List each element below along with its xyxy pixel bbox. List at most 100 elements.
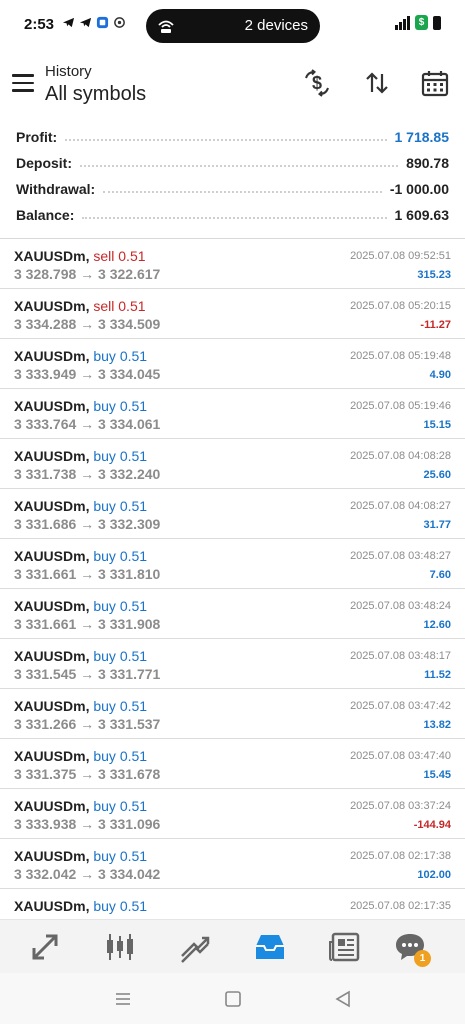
deal-profit: 15.15 xyxy=(423,419,451,431)
deal-time: 2025.07.08 05:19:48 xyxy=(350,350,451,362)
deal-profit: 31.77 xyxy=(423,519,451,531)
news-icon[interactable] xyxy=(328,930,362,964)
home-icon[interactable] xyxy=(223,989,243,1009)
dotted-leader xyxy=(103,191,382,193)
deal-symbol: XAUUSDm, xyxy=(14,548,90,564)
deal-volume: 0.51 xyxy=(119,448,148,464)
deal-volume: 0.51 xyxy=(119,548,148,564)
summary-row: Withdrawal: -1 000.00 xyxy=(0,176,465,202)
header-subtitle: History xyxy=(45,63,92,80)
chart-icon[interactable] xyxy=(103,930,137,964)
deal-volume: 0.51 xyxy=(119,648,148,664)
summary-row: Deposit: 890.78 xyxy=(0,150,465,176)
deal-row[interactable]: XAUUSDm, buy 0.51 3 333.938 → 3 331.096 20… xyxy=(0,789,465,839)
summary-label: Profit: xyxy=(16,129,58,145)
deal-time: 2025.07.08 04:08:28 xyxy=(350,450,451,462)
sort-icon[interactable] xyxy=(362,68,392,98)
deal-title: XAUUSDm, buy 0.51 xyxy=(14,548,147,564)
deal-prices: 3 328.798 → 3 322.617 xyxy=(14,266,161,282)
island-text: 2 devices xyxy=(244,17,308,34)
summary-row: Profit: 1 718.85 xyxy=(0,124,465,150)
deal-symbol: XAUUSDm, xyxy=(14,498,90,514)
deal-row[interactable]: XAUUSDm, buy 0.51 3 333.949 → 3 334.045 20… xyxy=(0,339,465,389)
deal-prices: 3 333.764 → 3 334.061 xyxy=(14,416,161,432)
deal-title: XAUUSDm, buy 0.51 xyxy=(14,748,147,764)
deal-time: 2025.07.08 02:17:35 xyxy=(350,900,451,912)
deal-prices: 3 333.938 → 3 331.096 xyxy=(14,816,161,832)
deal-symbol: XAUUSDm, xyxy=(14,598,90,614)
deal-volume: 0.51 xyxy=(118,298,146,314)
deal-row[interactable]: XAUUSDm, sell 0.51 3 334.288 → 3 334.509 2… xyxy=(0,289,465,339)
deal-side: buy xyxy=(93,698,116,714)
account-summary: Profit: 1 718.85 Deposit: 890.78 Withdrawal:… xyxy=(0,124,465,228)
dynamic-island[interactable]: 2 devices xyxy=(146,9,320,43)
recent-apps-icon[interactable] xyxy=(113,989,133,1009)
deal-row[interactable]: XAUUSDm, buy 0.51 3 332.042 → 3 334.042 20… xyxy=(0,839,465,889)
deal-row[interactable]: XAUUSDm, buy 0.51 3 333.764 → 3 334.061 20… xyxy=(0,389,465,439)
dotted-leader xyxy=(65,139,387,141)
deal-profit: 11.52 xyxy=(424,669,451,681)
deal-symbol: XAUUSDm, xyxy=(14,748,90,764)
deal-title: XAUUSDm, buy 0.51 xyxy=(14,698,147,714)
deal-row[interactable]: XAUUSDm, buy 0.51 3 331.661 → 3 331.810 20… xyxy=(0,539,465,589)
deal-prices: 3 331.661 → 3 331.908 xyxy=(14,616,161,632)
currency-exchange-icon[interactable]: $ xyxy=(302,68,332,98)
deal-profit: 12.60 xyxy=(423,619,451,631)
deal-symbol: XAUUSDm, xyxy=(14,898,90,914)
deal-symbol: XAUUSDm, xyxy=(14,298,90,314)
signal-icon xyxy=(395,15,410,30)
quotes-icon[interactable] xyxy=(28,930,62,964)
summary-value: 1 609.63 xyxy=(394,207,450,223)
deal-profit: 25.60 xyxy=(423,469,451,481)
deal-time: 2025.07.08 03:47:42 xyxy=(350,700,451,712)
deal-prices: 3 331.545 → 3 331.771 xyxy=(14,666,161,682)
deal-title: XAUUSDm, sell 0.51 xyxy=(14,248,146,264)
status-time: 2:53 xyxy=(24,16,55,33)
deal-side: buy xyxy=(93,798,116,814)
deal-row[interactable]: XAUUSDm, buy 0.51 3 331.738 → 3 332.240 20… xyxy=(0,439,465,489)
deal-row[interactable]: XAUUSDm, buy 0.51 3 331.266 → 3 331.537 20… xyxy=(0,689,465,739)
deal-time: 2025.07.08 03:48:27 xyxy=(350,550,451,562)
deal-symbol: XAUUSDm, xyxy=(14,848,90,864)
deal-row[interactable]: XAUUSDm, buy 0.51 3 331.545 → 3 331.771 20… xyxy=(0,639,465,689)
deal-side: buy xyxy=(93,648,116,664)
bottom-navigation: 1 xyxy=(0,919,465,973)
deal-prices: 3 331.738 → 3 332.240 xyxy=(14,466,161,482)
deal-profit: 315.23 xyxy=(417,269,451,281)
deal-side: buy xyxy=(93,748,116,764)
deal-row[interactable]: XAUUSDm, buy 0.513 332.574 → 3 334.34220… xyxy=(0,889,465,919)
deal-title: XAUUSDm, buy 0.51 xyxy=(14,598,147,614)
messages-button[interactable]: 1 xyxy=(393,930,431,967)
deal-prices: 3 331.375 → 3 331.678 xyxy=(14,766,161,782)
telegram-icon xyxy=(62,17,75,28)
deal-profit: 7.60 xyxy=(429,569,451,581)
history-icon[interactable] xyxy=(253,930,287,964)
deal-profit: 13.82 xyxy=(423,719,451,731)
deal-row[interactable]: XAUUSDm, buy 0.51 3 331.661 → 3 331.908 20… xyxy=(0,589,465,639)
battery-icon xyxy=(433,15,441,30)
summary-row: Balance: 1 609.63 xyxy=(0,202,465,228)
app-header: History All symbols $ xyxy=(0,52,465,114)
trade-icon[interactable] xyxy=(178,930,212,964)
back-icon[interactable] xyxy=(333,989,353,1009)
deal-symbol: XAUUSDm, xyxy=(14,398,90,414)
calendar-icon[interactable] xyxy=(420,68,450,98)
deal-volume: 0.51 xyxy=(119,848,148,864)
deal-side: buy xyxy=(93,548,116,564)
svg-text:$: $ xyxy=(312,73,322,93)
status-bar: 2:53 2 devices $ xyxy=(0,0,465,50)
deal-row[interactable]: XAUUSDm, buy 0.51 3 331.375 → 3 331.678 20… xyxy=(0,739,465,789)
deals-list[interactable]: XAUUSDm, sell 0.51 3 328.798 → 3 322.617 2… xyxy=(0,239,465,919)
deal-time: 2025.07.08 09:52:51 xyxy=(350,250,451,262)
system-navigation xyxy=(0,973,465,1024)
deal-title: XAUUSDm, buy 0.51 xyxy=(14,898,147,914)
deal-row[interactable]: XAUUSDm, buy 0.51 3 331.686 → 3 332.309 20… xyxy=(0,489,465,539)
deal-time: 2025.07.08 03:48:24 xyxy=(350,600,451,612)
deal-row[interactable]: XAUUSDm, sell 0.51 3 328.798 → 3 322.617 2… xyxy=(0,239,465,289)
deal-symbol: XAUUSDm, xyxy=(14,698,90,714)
telegram-icon xyxy=(79,17,92,28)
menu-icon[interactable] xyxy=(12,74,34,92)
summary-value: -1 000.00 xyxy=(389,181,449,197)
header-title[interactable]: All symbols xyxy=(45,83,146,106)
messages-badge: 1 xyxy=(414,950,431,967)
